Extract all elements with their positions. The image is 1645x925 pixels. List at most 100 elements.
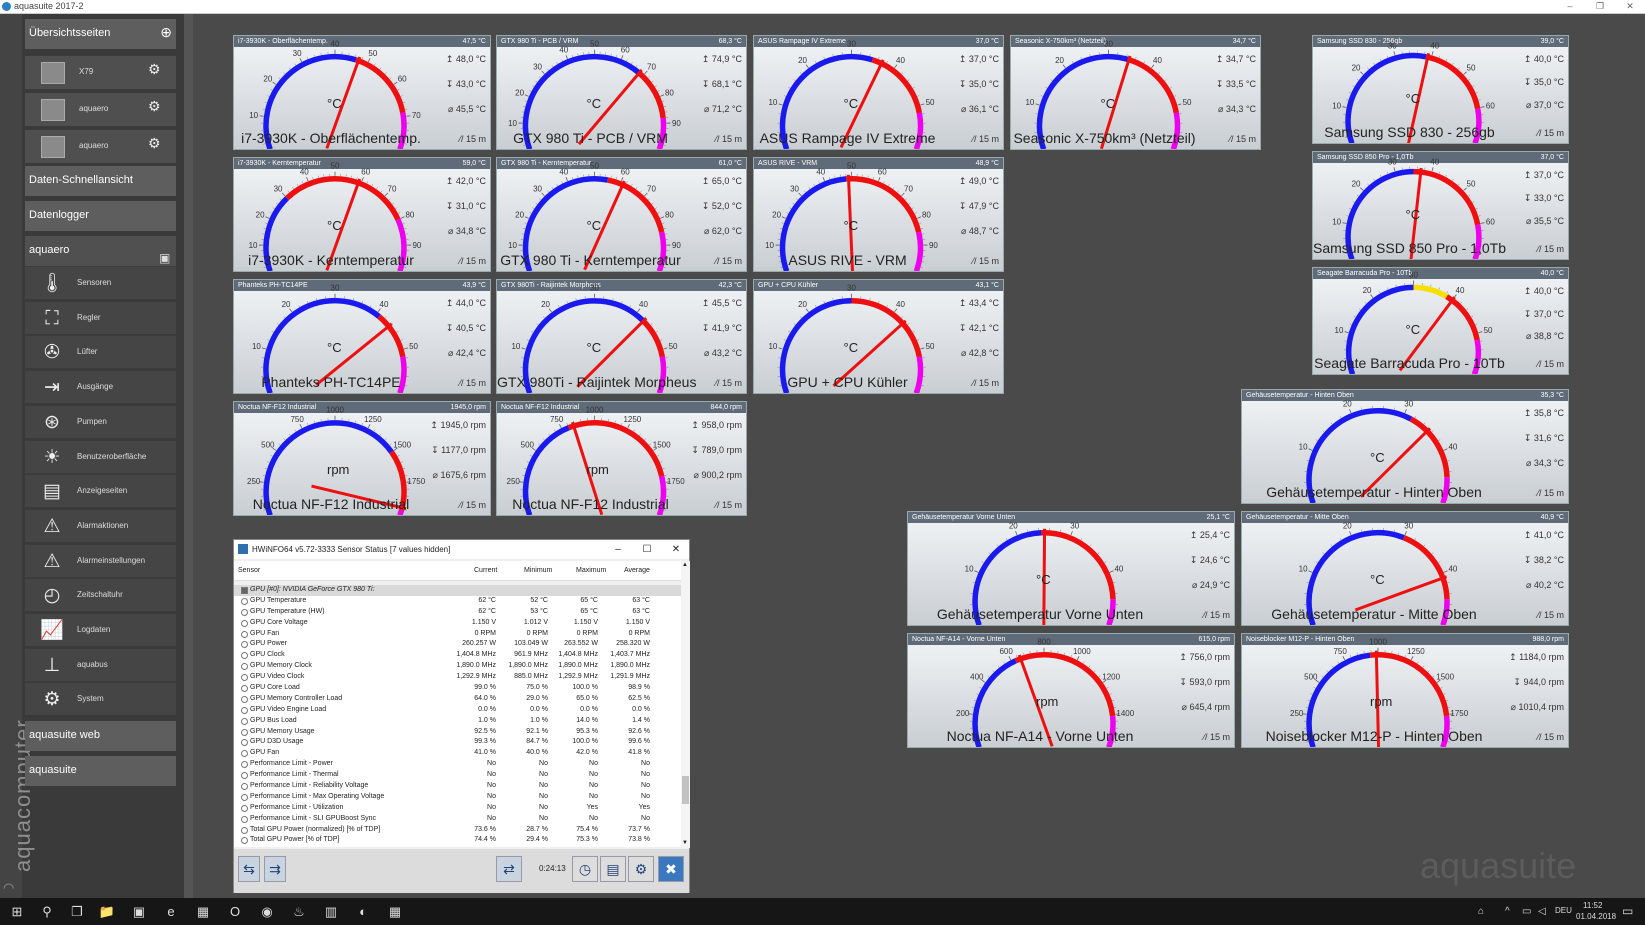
sidebar-page-2[interactable]: aquaero ⚙ — [25, 130, 176, 163]
gauge-g5[interactable]: Samsung SSD 830 - 256gb 39,0 °C 01020304… — [1312, 35, 1569, 144]
firefox-icon[interactable]: ◉ — [258, 903, 276, 920]
table-row[interactable]: GPU Core Load 99.0 % 75.0 % 100.0 % 98.9 % — [234, 683, 681, 694]
sidebar-item-system[interactable]: ⚙ System — [25, 682, 176, 716]
gauge-g4[interactable]: Seasonic X-750km³ (Netzteil) 34,7 °C 010… — [1010, 35, 1261, 150]
gauge-g11[interactable]: GTX 980Ti - Raijintek Morpheus 42,3 °C 0… — [496, 279, 747, 394]
scroll-up-icon[interactable]: ▲ — [682, 562, 688, 568]
sidebar-aquasuite[interactable]: aquasuite — [25, 756, 176, 786]
page-settings-icon[interactable]: ⚙ — [148, 61, 170, 83]
table-row[interactable]: GPU Power 260.257 W 103.049 W 263.552 W 258.… — [234, 639, 681, 650]
sidebar-aquasuite-web[interactable]: aquasuite web — [25, 721, 176, 751]
explorer-icon[interactable]: 📁 — [98, 903, 116, 920]
sidebar-item-ausg-nge[interactable]: ⇥ Ausgänge — [25, 370, 176, 404]
hwinfo-col-sensor[interactable]: Sensor — [238, 567, 260, 574]
hwinfo-col-current[interactable]: Current — [474, 567, 497, 574]
table-row[interactable]: GPU D3D Usage 99.3 % 84.7 % 100.0 % 99.6 % — [234, 737, 681, 748]
hwinfo-col-maximum[interactable]: Maximum — [576, 567, 606, 574]
tray-network-icon[interactable]: ⌂ — [1478, 906, 1484, 917]
scroll-down-icon[interactable]: ▼ — [682, 840, 688, 846]
hwinfo-close-button[interactable]: ✕ — [662, 540, 690, 559]
hwinfo-scrollbar[interactable]: ▲ ▼ — [681, 561, 690, 848]
sidebar-item-regler[interactable]: ⛶ Regler — [25, 300, 176, 334]
sidebar-quickview[interactable]: Daten-Schnellansicht — [25, 166, 176, 196]
task-view-icon[interactable]: ❐ — [68, 903, 86, 920]
table-row[interactable]: GPU Bus Load 1.0 % 1.0 % 14.0 % 1.4 % — [234, 716, 681, 727]
sidebar-page-1[interactable]: aquaero ⚙ — [25, 93, 176, 126]
table-row[interactable]: Total GPU Power [% of TDP] 74.4 % 29.4 % 75… — [234, 835, 681, 846]
table-row[interactable]: GPU Fan 0 RPM 0 RPM 0 RPM 0 RPM — [234, 629, 681, 640]
table-row[interactable]: Performance Limit - Utilization No No Yes Ye… — [234, 803, 681, 814]
sidebar-item-anzeigeseiten[interactable]: ▤ Anzeigeseiten — [25, 474, 176, 508]
nav-next-icon[interactable]: ⇉ — [264, 856, 286, 882]
minimize-button[interactable]: – — [1555, 0, 1585, 13]
table-row[interactable]: GPU Video Engine Load 0.0 % 0.0 % 0.0 % 0.0 … — [234, 705, 681, 716]
save-icon[interactable]: ▣ — [159, 251, 170, 265]
log-icon[interactable]: ▤ — [600, 856, 626, 882]
table-row[interactable]: Performance Limit - Thermal No No No No — [234, 770, 681, 781]
gauge-g3[interactable]: ASUS Rampage IV Extreme 37,0 °C 01020304… — [753, 35, 1004, 150]
gauge-g6[interactable]: i7-3930K - Kerntemperatur 59,0 °C 010203… — [233, 157, 491, 272]
opera-icon[interactable]: O — [226, 903, 244, 920]
page-settings-icon[interactable]: ⚙ — [148, 98, 170, 120]
page-settings-icon[interactable]: ⚙ — [148, 135, 170, 157]
sidebar-item-alarmaktionen[interactable]: ⚠ Alarmaktionen — [25, 508, 176, 542]
calculator-icon[interactable]: ▦ — [194, 903, 212, 920]
aquasuite-icon[interactable]: ◐ — [354, 903, 372, 920]
gauge-g2[interactable]: GTX 980 Ti - PCB / VRM 68,3 °C 010203040… — [496, 35, 747, 150]
settings-icon[interactable]: ⚙ — [628, 856, 654, 882]
sidebar-device-aquaero[interactable]: aquaero — [25, 236, 176, 266]
steam-icon[interactable]: ♨ — [290, 903, 308, 920]
tray-time[interactable]: 11:52 — [1583, 901, 1602, 910]
sidebar-item-alarmeinstellungen[interactable]: ⚠ Alarmeinstellungen — [25, 543, 176, 577]
clock-icon[interactable]: ◷ — [572, 856, 598, 882]
close-button[interactable]: ✕ — [1615, 0, 1645, 13]
app2-icon[interactable]: ▥ — [322, 903, 340, 920]
notification-icon[interactable]: ▭ — [1622, 904, 1633, 918]
hwinfo-col-average[interactable]: Average — [624, 567, 650, 574]
hwinfo-column-header[interactable]: Sensor Current Minimum Maximum Average — [234, 561, 681, 581]
gauge-g17[interactable]: Gehäusetemperatur Vorne Unten 25,1 °C 01… — [907, 511, 1235, 626]
hwinfo-maximize-button[interactable]: ☐ — [633, 540, 661, 559]
sidebar-item-pumpen[interactable]: ⊛ Pumpen — [25, 404, 176, 438]
table-row[interactable]: GPU Temperature 62 °C 52 °C 65 °C 63 °C — [234, 596, 681, 607]
table-row[interactable]: GPU Clock 1,404.8 MHz 961.9 MHz 1,404.8 MHz… — [234, 650, 681, 661]
hwinfo-window[interactable]: HWiNFO64 v5.72-3333 Sensor Status [7 val… — [233, 539, 690, 893]
gauge-g14[interactable]: Noctua NF-F12 Industrial 1945,0 rpm 0250… — [233, 401, 491, 516]
sidebar-item-sensoren[interactable]: 🌡 Sensoren — [25, 266, 176, 299]
gauge-g15[interactable]: Noctua NF-F12 Industrial 844,0 rpm 02505… — [496, 401, 747, 516]
table-row[interactable]: GPU Video Clock 1,292.9 MHz 885.0 MHz 1,292… — [234, 672, 681, 683]
sidebar-datalogger[interactable]: Datenlogger — [25, 201, 176, 231]
table-row[interactable]: GPU Memory Controller Load 64.0 % 29.0 % 65… — [234, 694, 681, 705]
reset-icon[interactable]: ⇄ — [496, 856, 522, 882]
table-row[interactable]: Performance Limit - Reliability Voltage N… — [234, 781, 681, 792]
maximize-button[interactable]: ❐ — [1585, 0, 1615, 13]
edge-icon[interactable]: e — [162, 903, 180, 920]
gauge-g8[interactable]: ASUS RIVE - VRM 48,9 °C 0102030405060708… — [753, 157, 1004, 272]
gauge-g16[interactable]: Gehäusetemperatur - Hinten Oben 35,3 °C … — [1241, 389, 1569, 504]
tray-wifi-icon[interactable]: ▭ — [1522, 906, 1531, 917]
sidebar-item-l-fter[interactable]: ✇ Lüfter — [25, 335, 176, 369]
hwinfo-col-minimum[interactable]: Minimum — [524, 567, 552, 574]
table-row[interactable]: GPU Temperature (HW) 62 °C 53 °C 65 °C 63 °C — [234, 607, 681, 618]
gauge-g10[interactable]: Phanteks PH-TC14PE 43,9 °C 0102030405060… — [233, 279, 491, 394]
table-row[interactable]: Total GPU Power (normalized) [% of TDP] 7… — [234, 825, 681, 836]
gauge-g13[interactable]: Seagate Barracuda Pro - 10Tb 40,0 °C 010… — [1312, 267, 1569, 375]
gauge-g19[interactable]: Noctua NF-A14 - Vorne Unten 615,0 rpm 02… — [907, 633, 1235, 748]
table-row[interactable]: GPU Fan 41.0 % 40.0 % 42.0 % 41.8 % — [234, 748, 681, 759]
table-row[interactable]: Performance Limit - Power No No No No — [234, 759, 681, 770]
gauge-g7[interactable]: GTX 980 Ti - Kerntemperatur 61,0 °C 0102… — [496, 157, 747, 272]
rss-icon[interactable]: ◠ — [3, 880, 14, 896]
sidebar-scrollbar[interactable] — [184, 14, 193, 898]
table-row[interactable]: GPU Memory Allocated5,685 MB5,658 MB5,85… — [234, 846, 681, 847]
sidebar-item-benutzeroberfl-che[interactable]: ☀ Benutzeroberfläche — [25, 439, 176, 473]
table-row[interactable]: Performance Limit - Max Operating Voltag… — [234, 792, 681, 803]
hwinfo-group-row[interactable]: GPU [#0]: NVIDIA GeForce GTX 980 Ti: — [234, 585, 681, 596]
windows-start-icon[interactable]: ⊞ — [8, 903, 26, 920]
sidebar-item-logdaten[interactable]: 📈 Logdaten — [25, 613, 176, 646]
table-row[interactable]: Performance Limit - SLI GPUBoost Sync No N… — [234, 814, 681, 825]
nav-prev-icon[interactable]: ⇆ — [238, 856, 260, 882]
tray-chevron-icon[interactable]: ^ — [1505, 906, 1510, 917]
sidebar-item-zeitschaltuhr[interactable]: ◴ Zeitschaltuhr — [25, 578, 176, 612]
gauge-g1[interactable]: i7-3930K - Oberflächentemp. 47,5 °C 0102… — [233, 35, 491, 150]
hwinfo-icon[interactable]: ▦ — [386, 903, 404, 920]
